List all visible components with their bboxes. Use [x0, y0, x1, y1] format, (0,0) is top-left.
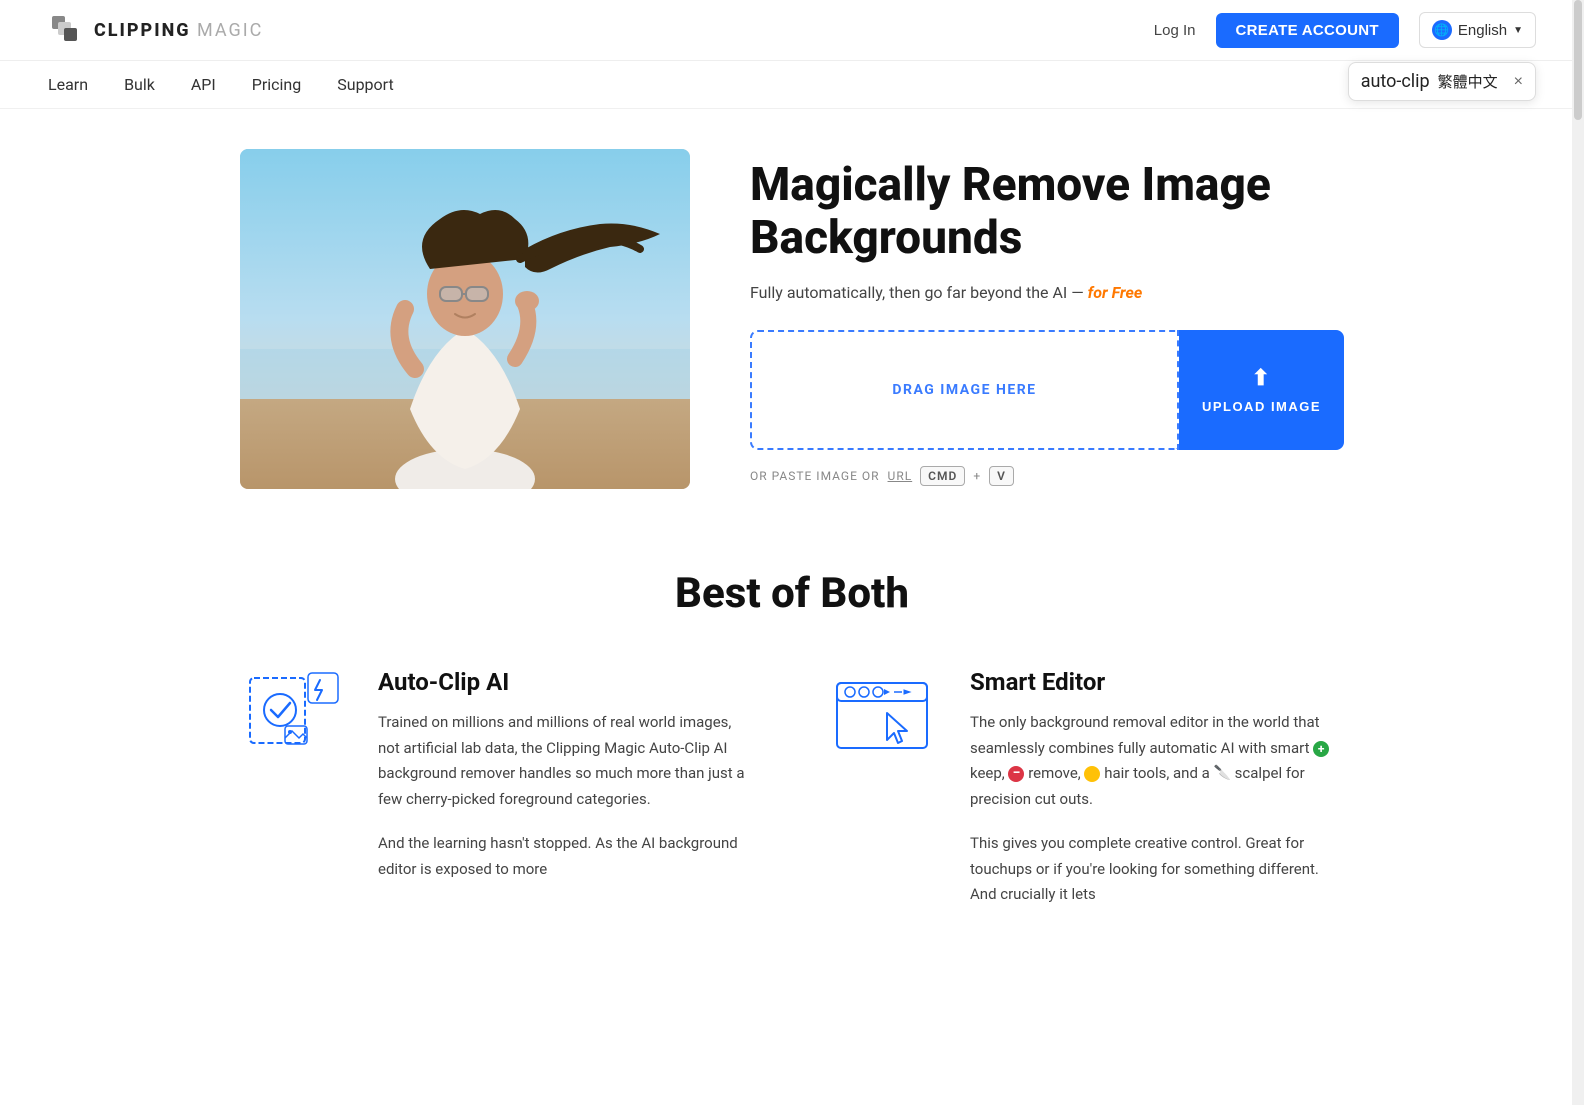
- upload-label: UPLOAD IMAGE: [1202, 399, 1321, 414]
- smart-editor-title: Smart Editor: [970, 668, 1344, 696]
- hero-subtitle: Fully automatically, then go far beyond …: [750, 283, 1344, 302]
- features-row: Auto-Clip AI Trained on millions and mil…: [240, 668, 1344, 908]
- smart-editor-text: Smart Editor The only background removal…: [970, 668, 1344, 908]
- hero-title: Magically Remove Image Backgrounds: [750, 159, 1344, 265]
- v-key: V: [989, 466, 1014, 486]
- hero-section: Magically Remove Image Backgrounds Fully…: [192, 109, 1392, 539]
- auto-clip-para1: Trained on millions and millions of real…: [378, 710, 752, 812]
- scalpel-icon: 🔪: [1214, 762, 1231, 786]
- upload-icon: ⬆: [1252, 365, 1272, 391]
- scrollbar-thumb[interactable]: [1574, 0, 1582, 120]
- nav-support[interactable]: Support: [337, 75, 393, 94]
- nav-bulk[interactable]: Bulk: [124, 75, 155, 94]
- upload-button[interactable]: ⬆ UPLOAD IMAGE: [1179, 330, 1344, 450]
- language-label: English: [1458, 22, 1507, 39]
- header-right: Log In CREATE ACCOUNT 🌐 English ▼: [1154, 12, 1536, 48]
- paste-prefix: OR PASTE IMAGE OR: [750, 469, 880, 483]
- best-title: Best of Both: [240, 569, 1344, 618]
- keep-icon: [1313, 741, 1329, 757]
- lang-dropdown-label: 繁體中文: [1438, 71, 1498, 92]
- feature-smart-editor: Smart Editor The only background removal…: [832, 668, 1344, 908]
- hair-icon: [1084, 766, 1100, 782]
- hero-image: [240, 149, 690, 489]
- create-account-button[interactable]: CREATE ACCOUNT: [1216, 13, 1399, 48]
- cmd-key: CMD: [920, 466, 965, 486]
- hero-background-image: [240, 149, 690, 489]
- best-of-both-section: Best of Both: [192, 539, 1392, 968]
- logo-text: CLIPPING MAGIC: [94, 20, 263, 41]
- smart-editor-para2: This gives you complete creative control…: [970, 831, 1344, 908]
- feature-auto-clip: Auto-Clip AI Trained on millions and mil…: [240, 668, 752, 908]
- auto-clip-title: Auto-Clip AI: [378, 668, 752, 696]
- nav-pricing[interactable]: Pricing: [252, 75, 302, 94]
- auto-clip-icon-wrap: [240, 668, 350, 758]
- remove-icon: [1008, 766, 1024, 782]
- close-language-button[interactable]: ×: [1514, 73, 1523, 91]
- taiwan-flag-icon: auto-clip: [1361, 71, 1430, 92]
- smart-editor-para1: The only background removal editor in th…: [970, 710, 1344, 812]
- plus-separator: +: [973, 469, 981, 483]
- scrollbar-track: [1572, 0, 1584, 1105]
- url-link[interactable]: URL: [888, 469, 913, 483]
- chevron-down-icon: ▼: [1513, 25, 1523, 36]
- language-dropdown: auto-clip 繁體中文 ×: [1348, 62, 1536, 101]
- nav-api[interactable]: API: [191, 75, 216, 94]
- smart-editor-icon-wrap: [832, 668, 942, 758]
- login-button[interactable]: Log In: [1154, 22, 1196, 39]
- paste-row: OR PASTE IMAGE OR URL CMD + V: [750, 466, 1344, 486]
- subtitle-prefix: Fully automatically, then go far beyond …: [750, 283, 1088, 302]
- smart-editor-icon: [832, 668, 942, 758]
- logo-icon: [48, 12, 84, 48]
- for-free-text: for Free: [1088, 283, 1143, 302]
- language-button[interactable]: 🌐 English ▼: [1419, 12, 1536, 48]
- auto-clip-para2: And the learning hasn't stopped. As the …: [378, 831, 752, 882]
- auto-clip-ai-icon: [240, 668, 350, 758]
- drag-label: DRAG IMAGE HERE: [892, 382, 1036, 398]
- upload-area: DRAG IMAGE HERE ⬆ UPLOAD IMAGE: [750, 330, 1344, 450]
- drag-drop-zone[interactable]: DRAG IMAGE HERE: [750, 330, 1179, 450]
- auto-clip-text: Auto-Clip AI Trained on millions and mil…: [378, 668, 752, 882]
- hero-content: Magically Remove Image Backgrounds Fully…: [750, 149, 1344, 486]
- globe-icon: 🌐: [1432, 20, 1452, 40]
- logo[interactable]: CLIPPING MAGIC: [48, 12, 263, 48]
- main-nav: Learn Bulk API Pricing Support: [0, 61, 1584, 109]
- nav-learn[interactable]: Learn: [48, 75, 88, 94]
